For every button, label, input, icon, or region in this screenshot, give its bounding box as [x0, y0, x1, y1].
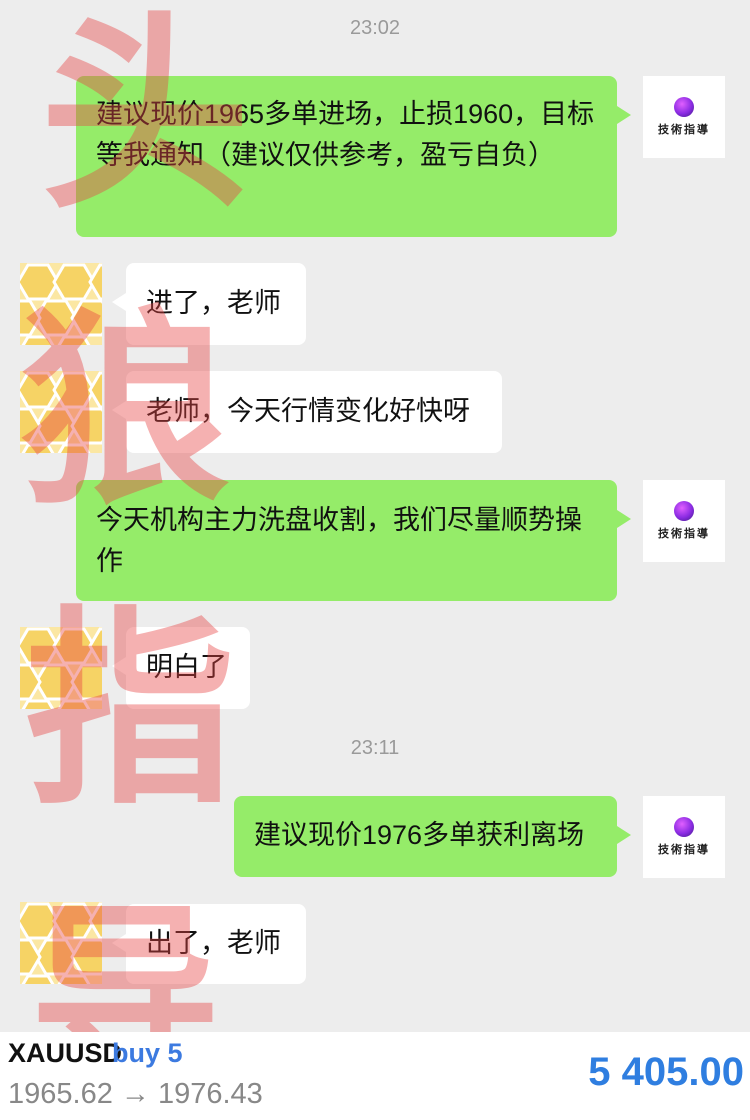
advisor-avatar[interactable]: 技術指導 [643, 76, 725, 158]
chat-area[interactable]: 23:02 建议现价1965多单进场，止损1960，目标等我通知（建议仅供参考，… [0, 0, 750, 1090]
trade-summary: XAUUSD buy 5 1965.62 → 1976.43 5 405.00 [0, 1032, 750, 1120]
message-text: 出了，老师 [146, 928, 281, 958]
message-bubble-sent[interactable]: 建议现价1965多单进场，止损1960，目标等我通知（建议仅供参考，盈亏自负） [76, 76, 631, 237]
purple-orb-icon [674, 97, 694, 117]
honeycomb-icon [20, 371, 102, 453]
trade-symbol: XAUUSD [8, 1038, 123, 1068]
purple-orb-icon [674, 817, 694, 837]
message-text: 建议现价1976多单获利离场 [254, 820, 585, 850]
message-text: 进了，老师 [146, 288, 281, 318]
message-bubble-received[interactable]: 明白了 [112, 627, 250, 709]
timestamp: 23:02 [349, 17, 401, 39]
message-bubble-received[interactable]: 进了，老师 [112, 263, 306, 345]
honeycomb-icon [20, 902, 102, 984]
trade-side: buy 5 [112, 1038, 183, 1068]
message-bubble-sent[interactable]: 建议现价1976多单获利离场 [234, 796, 631, 877]
user-avatar[interactable] [20, 263, 102, 345]
user-avatar[interactable] [20, 627, 102, 709]
user-avatar[interactable] [20, 371, 102, 453]
honeycomb-icon [20, 263, 102, 345]
message-bubble-received[interactable]: 老师，今天行情变化好快呀 [112, 371, 502, 453]
message-bubble-sent[interactable]: 今天机构主力洗盘收割，我们尽量顺势操作 [76, 480, 631, 601]
purple-orb-icon [674, 501, 694, 521]
message-text: 明白了 [146, 652, 227, 682]
user-avatar[interactable] [20, 902, 102, 984]
message-text: 建议现价1965多单进场，止损1960，目标等我通知（建议仅供参考，盈亏自负） [96, 99, 595, 170]
advisor-avatar[interactable]: 技術指導 [643, 796, 725, 878]
advisor-avatar[interactable]: 技術指導 [643, 480, 725, 562]
message-text: 老师，今天行情变化好快呀 [146, 396, 470, 426]
avatar-logo-text: 技術指導 [658, 123, 710, 136]
message-bubble-received[interactable]: 出了，老师 [112, 904, 306, 984]
timestamp: 23:11 [350, 737, 400, 759]
honeycomb-icon [20, 627, 102, 709]
avatar-logo-text: 技術指導 [658, 527, 710, 540]
avatar-logo-text: 技術指導 [658, 843, 710, 856]
trade-profit: 5 405.00 [588, 1050, 744, 1094]
trade-prices: 1965.62 → 1976.43 [8, 1078, 263, 1110]
message-text: 今天机构主力洗盘收割，我们尽量顺势操作 [96, 505, 582, 576]
